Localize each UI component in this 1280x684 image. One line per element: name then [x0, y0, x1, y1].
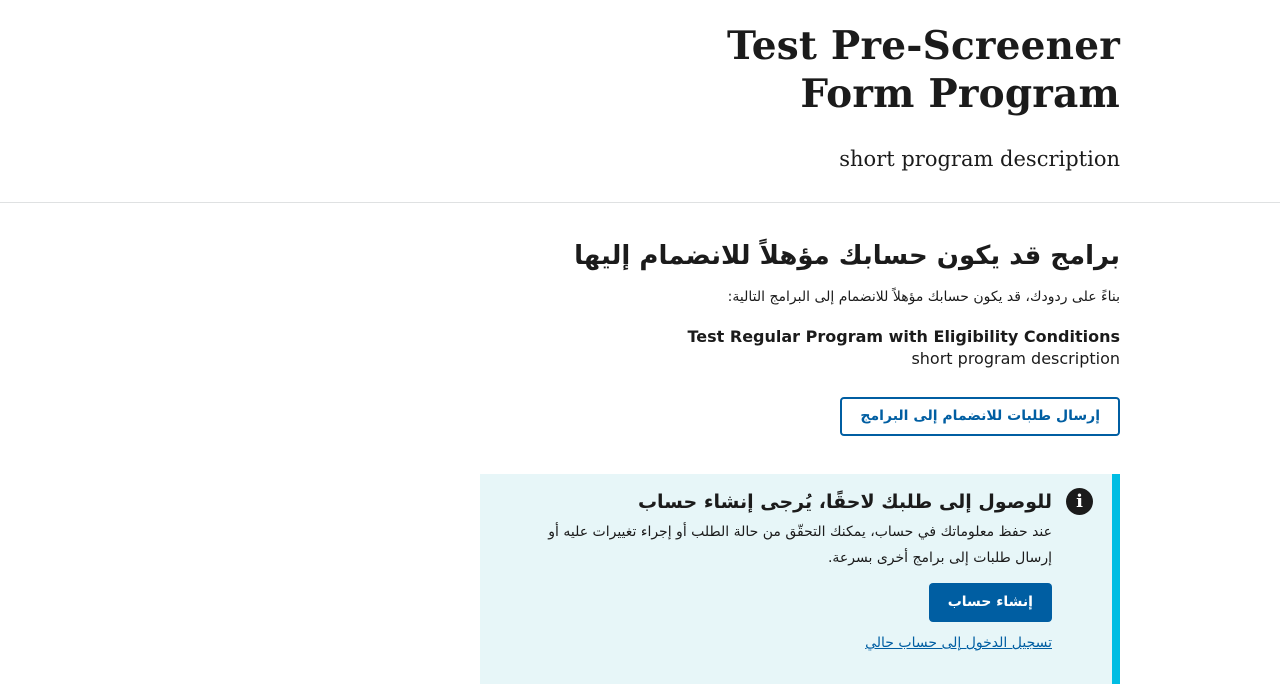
info-icon: i — [1066, 488, 1093, 515]
alert-body: للوصول إلى طلبك لاحقًا، يُرجى إنشاء حساب… — [532, 488, 1052, 654]
create-account-alert: i للوصول إلى طلبك لاحقًا، يُرجى إنشاء حس… — [480, 474, 1120, 684]
alert-heading: للوصول إلى طلبك لاحقًا، يُرجى إنشاء حساب — [637, 491, 1052, 513]
eligible-program-description: short program description — [911, 349, 1120, 368]
eligible-program-name: Test Regular Program with Eligibility Co… — [687, 327, 1121, 346]
alert-text: عند حفظ معلوماتك في حساب، يمكنك التحقّق … — [548, 524, 1052, 566]
apply-row: إرسال طلبات للانضمام إلى البرامج — [480, 397, 1120, 437]
eligibility-results: برامج قد يكون حسابك مؤهلاً للانضمام إليه… — [480, 204, 1121, 684]
program-description: short program description — [839, 147, 1120, 171]
login-existing-account-link[interactable]: تسجيل الدخول إلى حساب حالي — [532, 632, 1052, 654]
create-account-button[interactable]: إنشاء حساب — [928, 583, 1052, 622]
apply-to-programs-button[interactable]: إرسال طلبات للانضمام إلى البرامج — [840, 397, 1120, 436]
results-heading: برامج قد يكون حسابك مؤهلاً للانضمام إليه… — [574, 241, 1120, 271]
program-title: Test Pre-Screener Form Program — [727, 23, 1120, 117]
results-intro: بناءً على ردودك، قد يكون حسابك مؤهلاً لل… — [727, 289, 1120, 305]
program-header: Test Pre-Screener Form Program short pro… — [0, 0, 1280, 203]
program-header-content: Test Pre-Screener Form Program short pro… — [600, 22, 1120, 173]
eligible-program-item: Test Regular Program with Eligibility Co… — [480, 326, 1121, 370]
